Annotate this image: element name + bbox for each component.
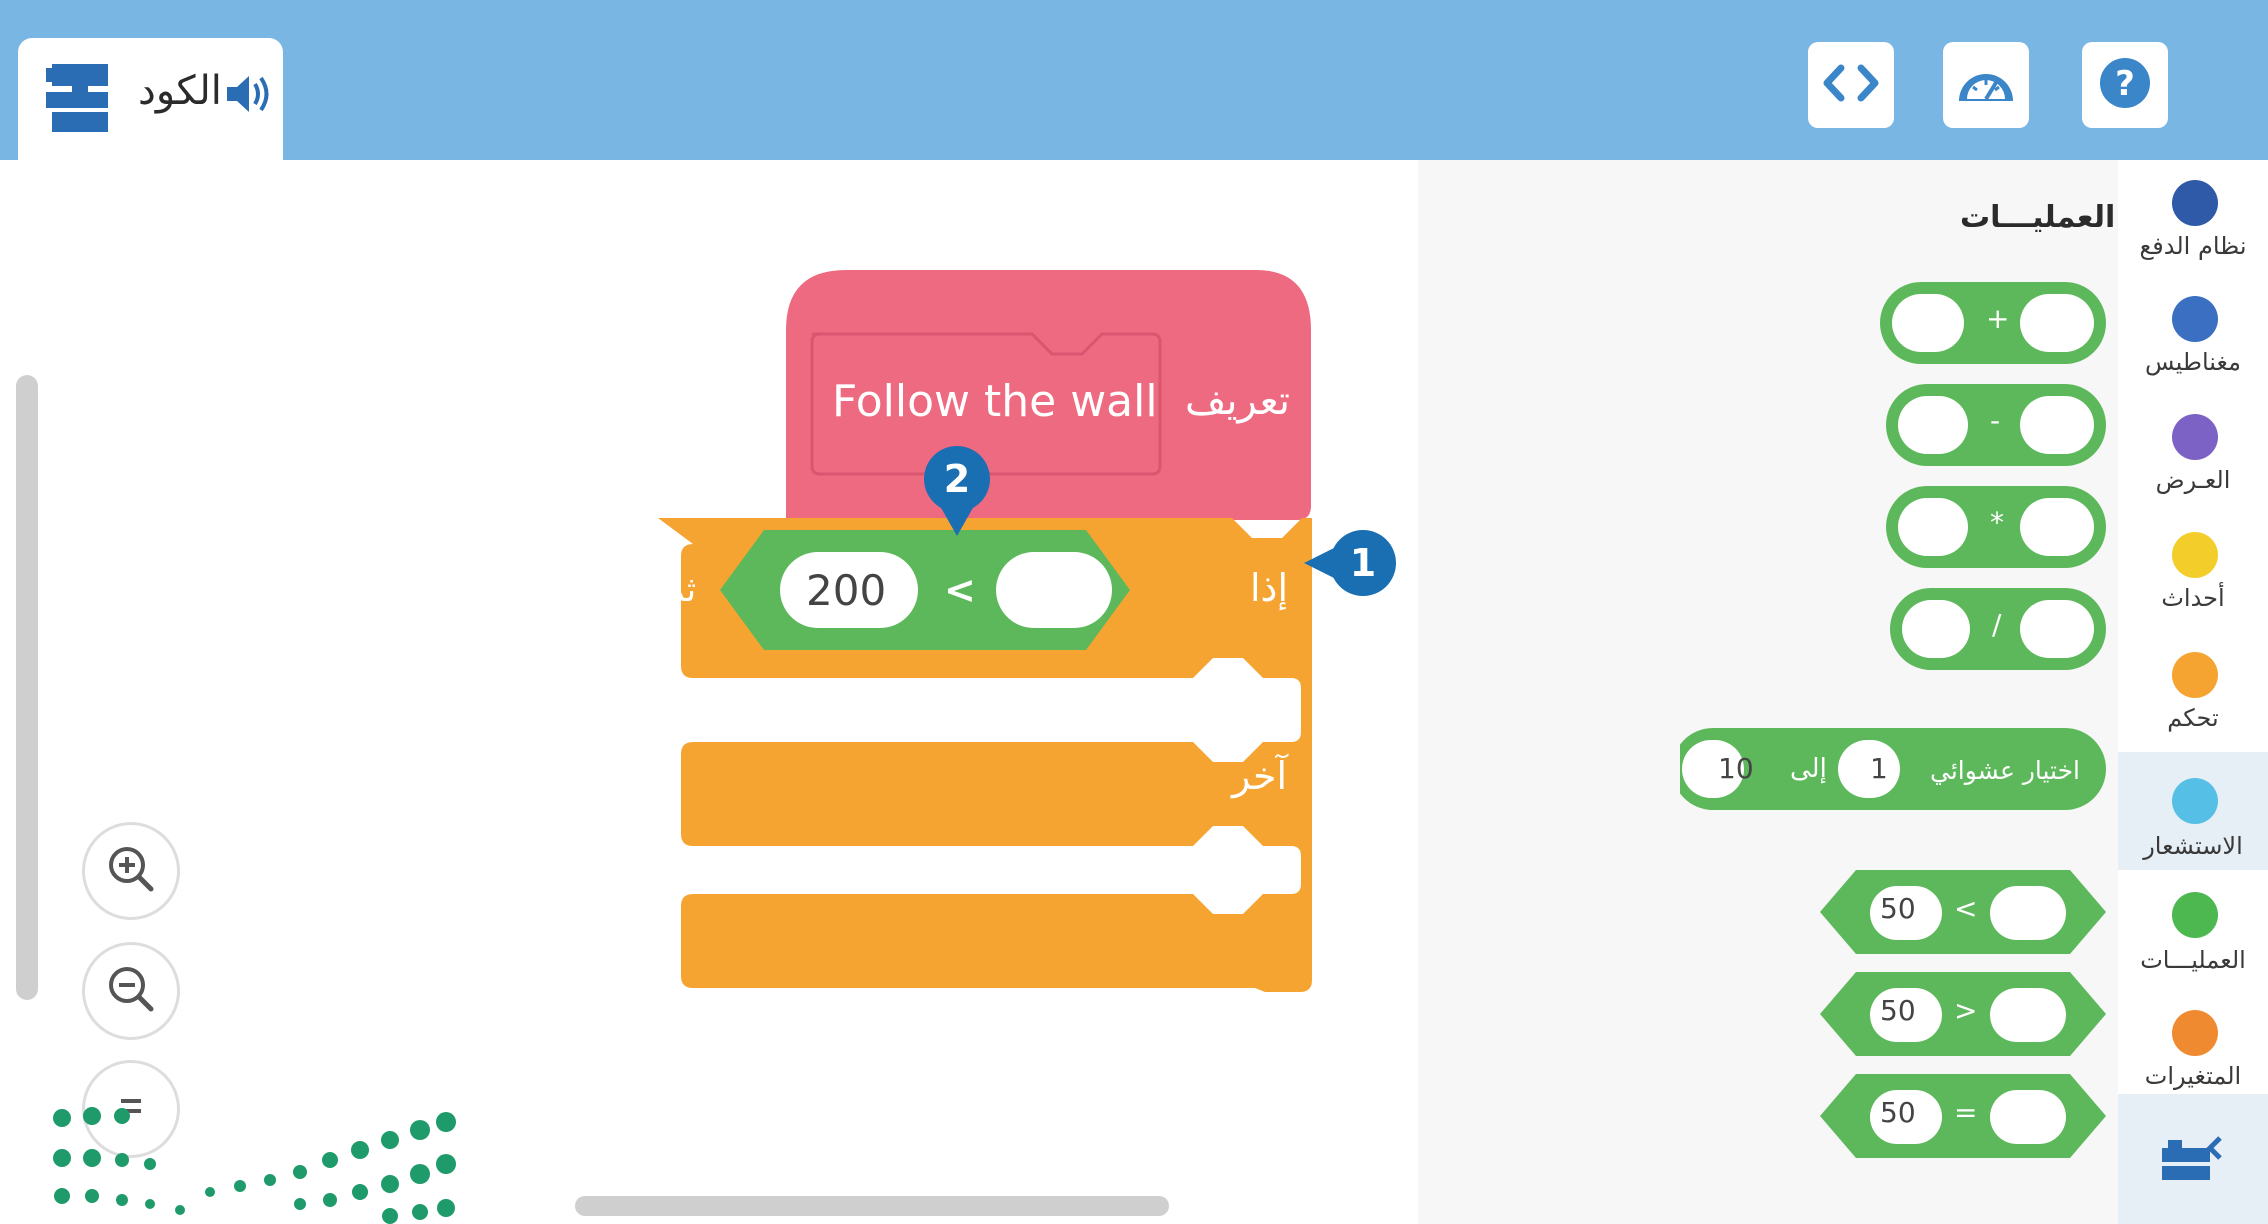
gt-operator: > [1954,994,1978,1027]
palette-blocks [1680,282,2106,1158]
callout-number: 1 [1349,541,1377,585]
if-label: إذا [1250,566,1289,610]
category-drivetrain[interactable]: نظام الدفع [2118,170,2268,286]
category-dot [2172,892,2218,938]
random-label: اختيار عشوائي [1930,756,2080,785]
gt-value[interactable]: 50 [1880,994,1916,1027]
category-dot [2172,1010,2218,1056]
category-magnet[interactable]: مغناطيس [2118,286,2268,402]
category-operators[interactable]: العمليـــات [2118,878,2268,994]
callout-number: 2 [943,457,971,501]
subtract-operator: - [1990,404,2001,437]
then-label: ثم [664,570,697,610]
compare-value[interactable]: 200 [806,566,886,615]
multiply-operator: * [1990,506,2004,539]
code-brackets-icon [1821,58,1881,112]
zoom-in-button[interactable] [82,822,180,920]
zoom-out-button[interactable] [82,942,180,1040]
lt-value[interactable]: 50 [1880,892,1916,925]
category-dot [2172,180,2218,226]
category-label: تحكم [2167,704,2219,732]
zoom-in-icon [103,841,159,901]
category-label: نظام الدفع [2139,232,2247,260]
category-sidebar: نظام الدفع مغناطيس العـرض أحداث تحكم الا… [2118,160,2268,1224]
category-dot [2172,414,2218,460]
category-dot [2172,296,2218,342]
category-events[interactable]: أحداث [2118,522,2268,638]
extensions-button[interactable] [2118,1094,2268,1224]
svg-text:?: ? [2115,64,2135,104]
category-label: المتغيرات [2144,1062,2242,1090]
question-icon: ? [2097,55,2153,115]
procedure-name[interactable]: Follow the wall [832,376,1158,427]
divide-operator: / [1992,608,2002,641]
callout-marker-2: 2 [924,446,990,512]
dashboard-button[interactable] [1943,42,2029,128]
gauge-icon [1953,57,2019,113]
callout-pointer [940,506,974,536]
category-looks[interactable]: العـرض [2118,404,2268,520]
callout-pointer [1304,548,1334,578]
compare-right-slot [996,552,1112,628]
callout-marker-1: 1 [1330,530,1396,596]
compare-operator: < [944,568,976,612]
category-dot [2172,652,2218,698]
extension-blocks-icon [2158,1130,2228,1194]
help-button[interactable]: ? [2082,42,2168,128]
category-label: الاستشعار [2143,832,2243,860]
eq-value[interactable]: 50 [1880,1096,1916,1129]
palette-section-title: العمليـــات [1960,200,2116,235]
category-control[interactable]: تحكم [2118,642,2268,758]
zoom-out-icon [103,961,159,1021]
category-sensing[interactable]: الاستشعار [2118,752,2268,870]
workspace-blocks [658,270,1312,992]
random-to-value[interactable]: 10 [1718,752,1754,785]
category-label: العـرض [2155,466,2231,494]
lt-operator: < [1954,892,1978,925]
category-dot [2172,778,2218,824]
else-label: آخر [1232,754,1288,798]
random-from-value[interactable]: 1 [1870,752,1888,785]
add-operator: + [1986,302,2010,335]
eq-operator: = [1954,1096,1978,1129]
ministry-logo-dots [53,1107,456,1224]
category-label: العمليـــات [2140,946,2246,974]
random-to-label: إلى [1790,754,1827,784]
category-label: أحداث [2161,584,2225,612]
code-view-button[interactable] [1808,42,1894,128]
category-dot [2172,532,2218,578]
category-label: مغناطيس [2145,348,2241,376]
define-label: تعريف [1185,378,1291,424]
